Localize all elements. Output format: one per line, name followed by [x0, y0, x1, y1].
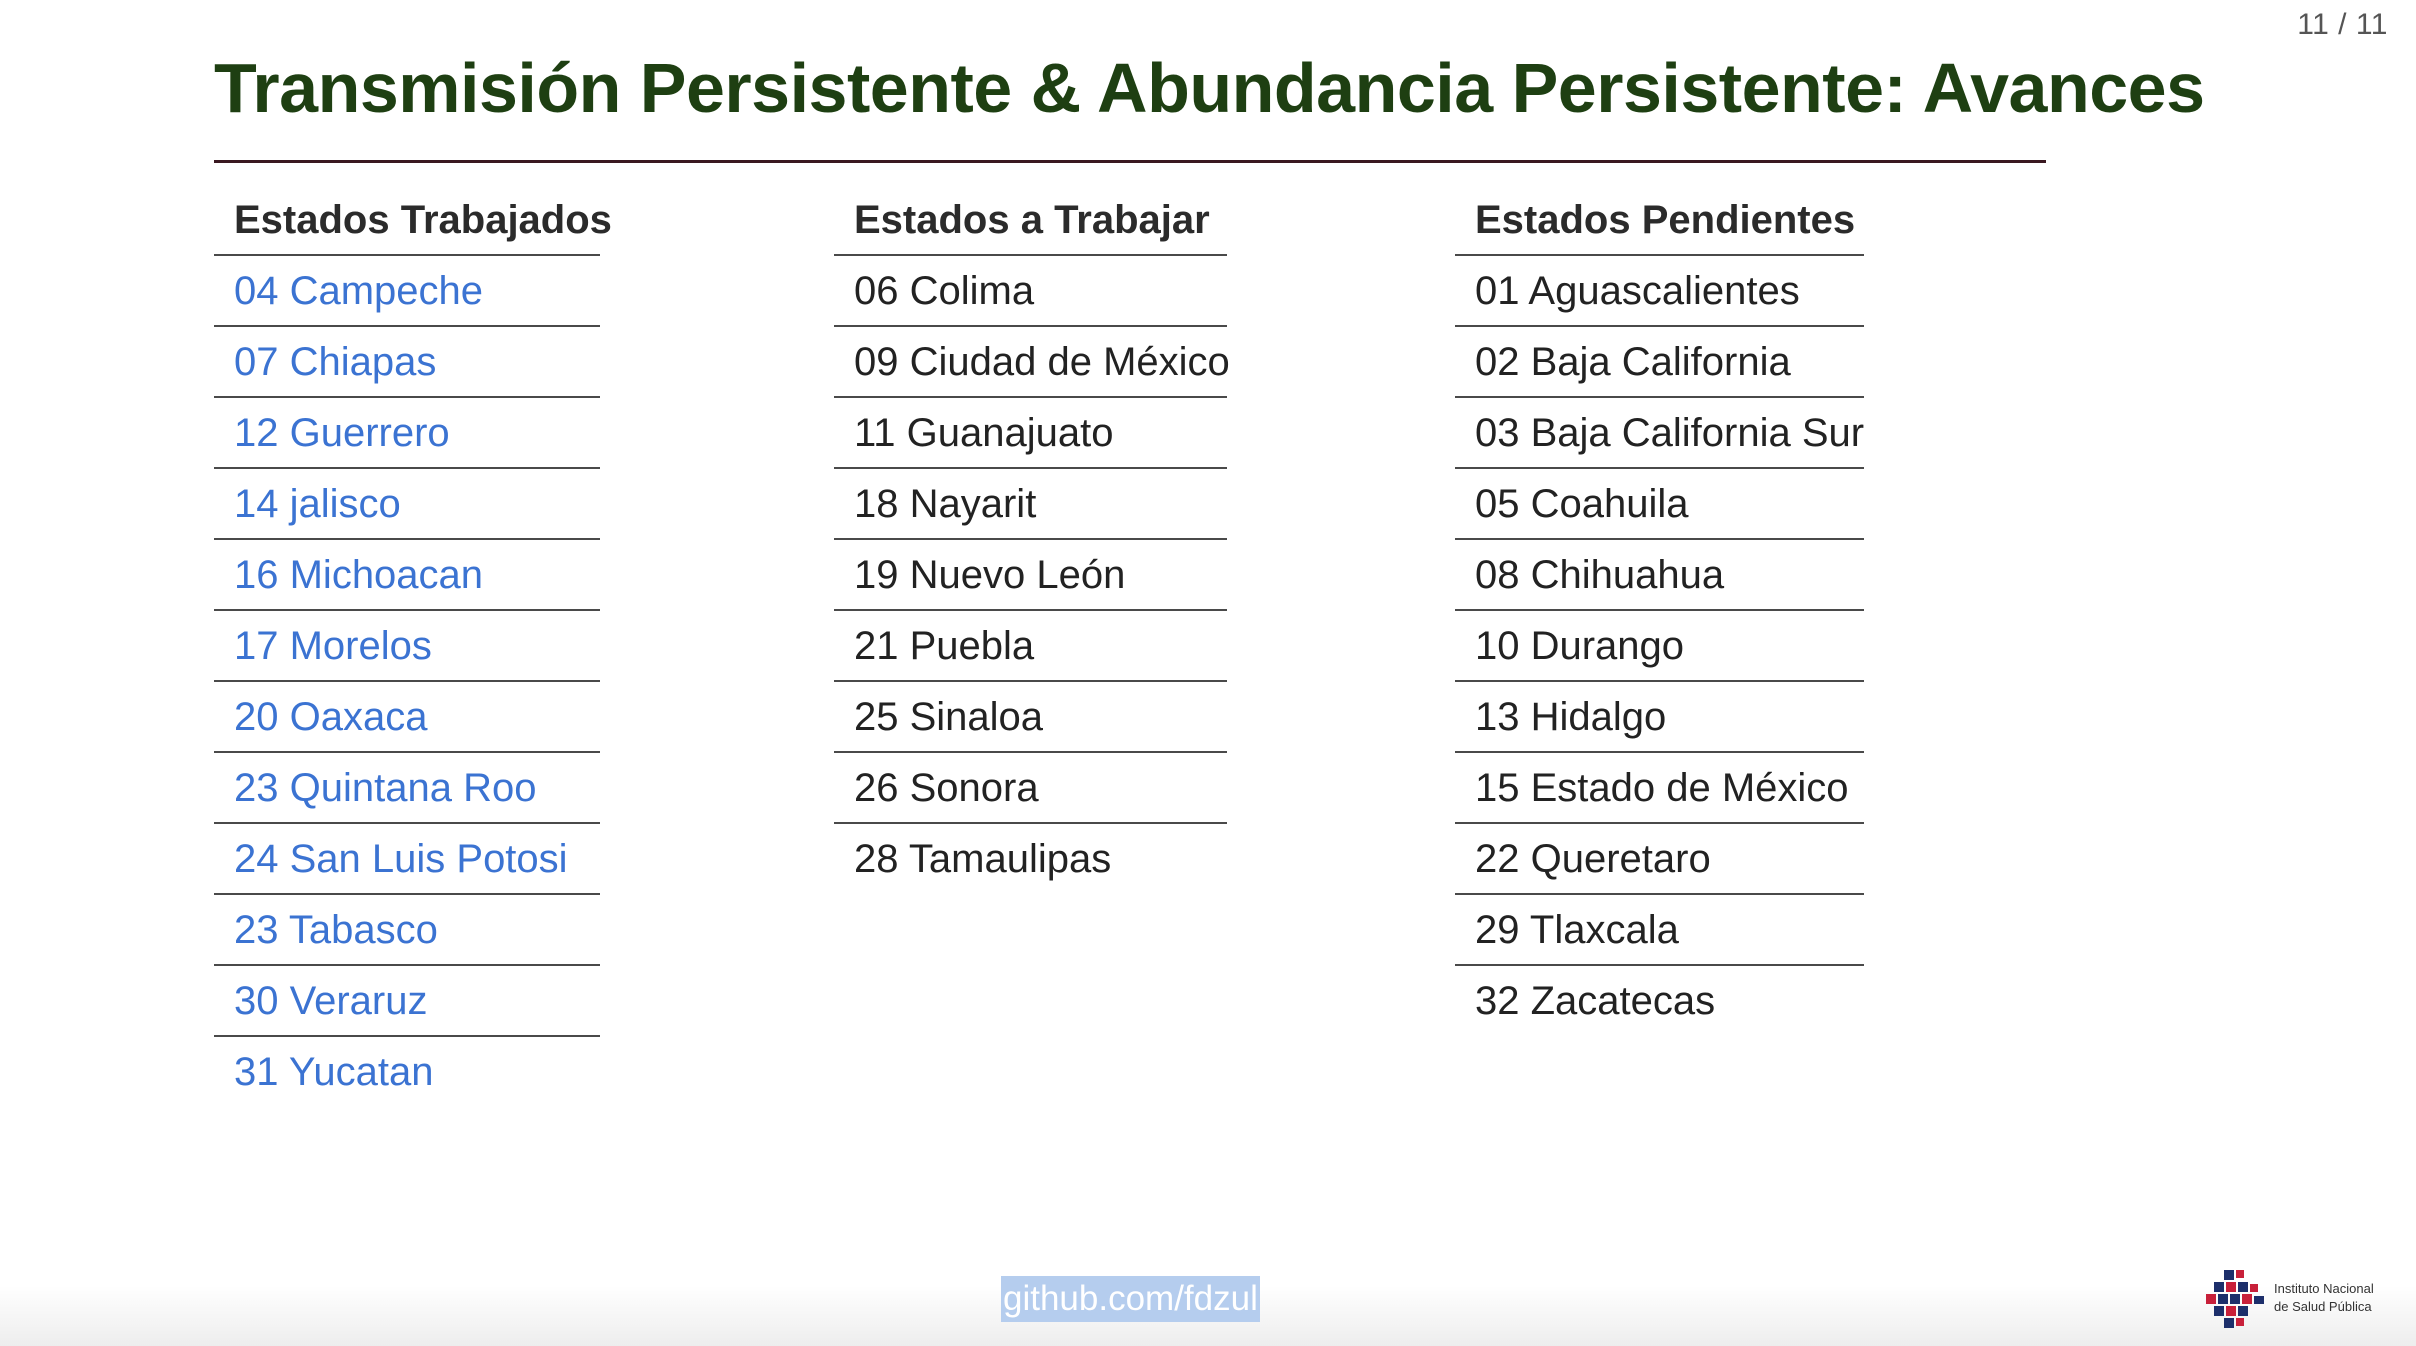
state-list-item: 01 Aguascalientes: [1455, 256, 1864, 327]
state-list-item: 03 Baja California Sur: [1455, 398, 1864, 469]
state-list-item: 26 Sonora: [834, 753, 1227, 824]
slide-number: 11 / 11: [2297, 8, 2388, 41]
column-pending-states: Estados Pendientes 01 Aguascalientes 02 …: [1455, 184, 1864, 1035]
state-list-item: 32 Zacatecas: [1475, 979, 1716, 1023]
column-header-pending: Estados Pendientes: [1455, 184, 1864, 256]
state-list-item[interactable]: 31 Yucatan: [214, 1037, 600, 1106]
state-list-item: 18 Nayarit: [834, 469, 1227, 540]
state-list-item[interactable]: 23 Quintana Roo: [214, 753, 600, 824]
state-list-item[interactable]: 16 Michoacan: [214, 540, 600, 611]
state-list-item[interactable]: 24 San Luis Potosi: [214, 824, 600, 895]
github-link[interactable]: github.com/fdzul: [1001, 1276, 1260, 1322]
institute-logo: Instituto Nacional de Salud Pública: [2204, 1268, 2404, 1332]
state-list-item[interactable]: 23 Tabasco: [214, 895, 600, 966]
state-list-item[interactable]: 07 Chiapas: [214, 327, 600, 398]
state-list-item[interactable]: 17 Morelos: [214, 611, 600, 682]
state-list-item: 05 Coahuila: [1455, 469, 1864, 540]
slide-title: Transmisión Persistente & Abundancia Per…: [214, 49, 2205, 127]
logo-text-line1: Instituto Nacional: [2274, 1281, 2374, 1296]
state-list-item[interactable]: 14 jalisco: [214, 469, 600, 540]
state-list-item: 06 Colima: [834, 256, 1227, 327]
state-list-item: 13 Hidalgo: [1455, 682, 1864, 753]
column-header-todo: Estados a Trabajar: [834, 184, 1227, 256]
state-list-item[interactable]: 20 Oaxaca: [214, 682, 600, 753]
state-list-item: 21 Puebla: [834, 611, 1227, 682]
logo-text-line2: de Salud Pública: [2274, 1299, 2372, 1314]
title-divider: [214, 160, 2046, 163]
state-list-item: 29 Tlaxcala: [1455, 895, 1864, 966]
insp-logo-icon: [2206, 1270, 2264, 1328]
state-list-item: 11 Guanajuato: [834, 398, 1227, 469]
column-header-worked: Estados Trabajados: [214, 184, 612, 256]
state-list-item: 25 Sinaloa: [834, 682, 1227, 753]
logo-text: Instituto Nacional de Salud Pública: [2274, 1280, 2404, 1316]
state-list-item: 19 Nuevo León: [834, 540, 1227, 611]
state-list-item: 02 Baja California: [1455, 327, 1864, 398]
state-list-item: 08 Chihuahua: [1455, 540, 1864, 611]
state-list-item: 10 Durango: [1455, 611, 1864, 682]
state-list-item[interactable]: 12 Guerrero: [214, 398, 600, 469]
state-list-item: 09 Ciudad de México: [834, 327, 1230, 398]
state-list-item[interactable]: 04 Campeche: [214, 256, 600, 327]
column-worked-states: Estados Trabajados 04 Campeche 07 Chiapa…: [214, 184, 612, 1106]
state-list-item: 22 Queretaro: [1455, 824, 1864, 895]
state-list-item: 15 Estado de México: [1455, 753, 1864, 824]
state-list-item[interactable]: 30 Veraruz: [214, 966, 600, 1037]
column-todo-states: Estados a Trabajar 06 Colima 09 Ciudad d…: [834, 184, 1230, 893]
state-list-item: 28 Tamaulipas: [854, 837, 1112, 881]
